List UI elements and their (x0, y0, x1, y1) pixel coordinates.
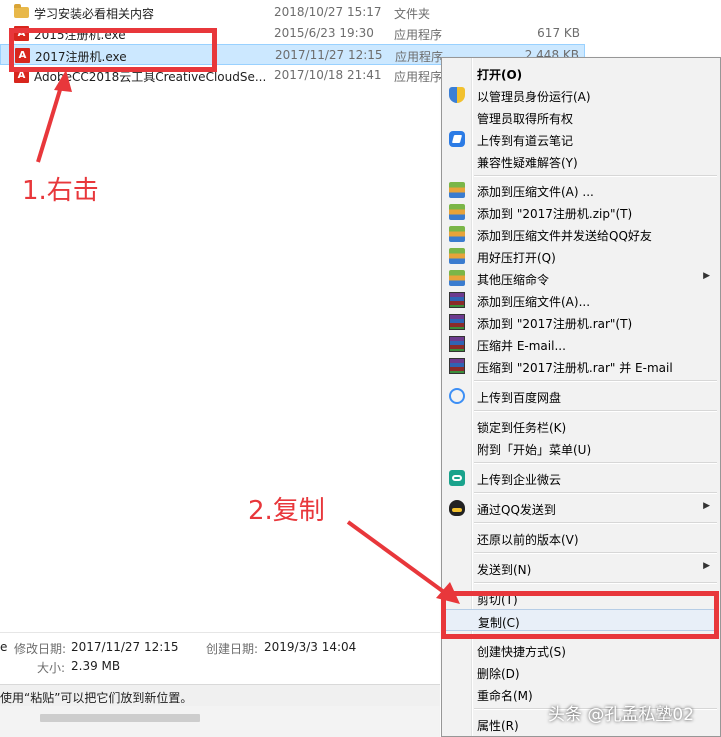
annotation-arrow-2 (346, 520, 460, 604)
annotation-step-1: 1.右击 (22, 176, 99, 206)
annotation-arrows (36, 70, 460, 604)
annotation-arrow-1 (36, 70, 72, 163)
annotation-step-2: 2.复制 (248, 496, 325, 526)
watermark-text: 头条 @孔孟私塾02 (548, 705, 695, 725)
